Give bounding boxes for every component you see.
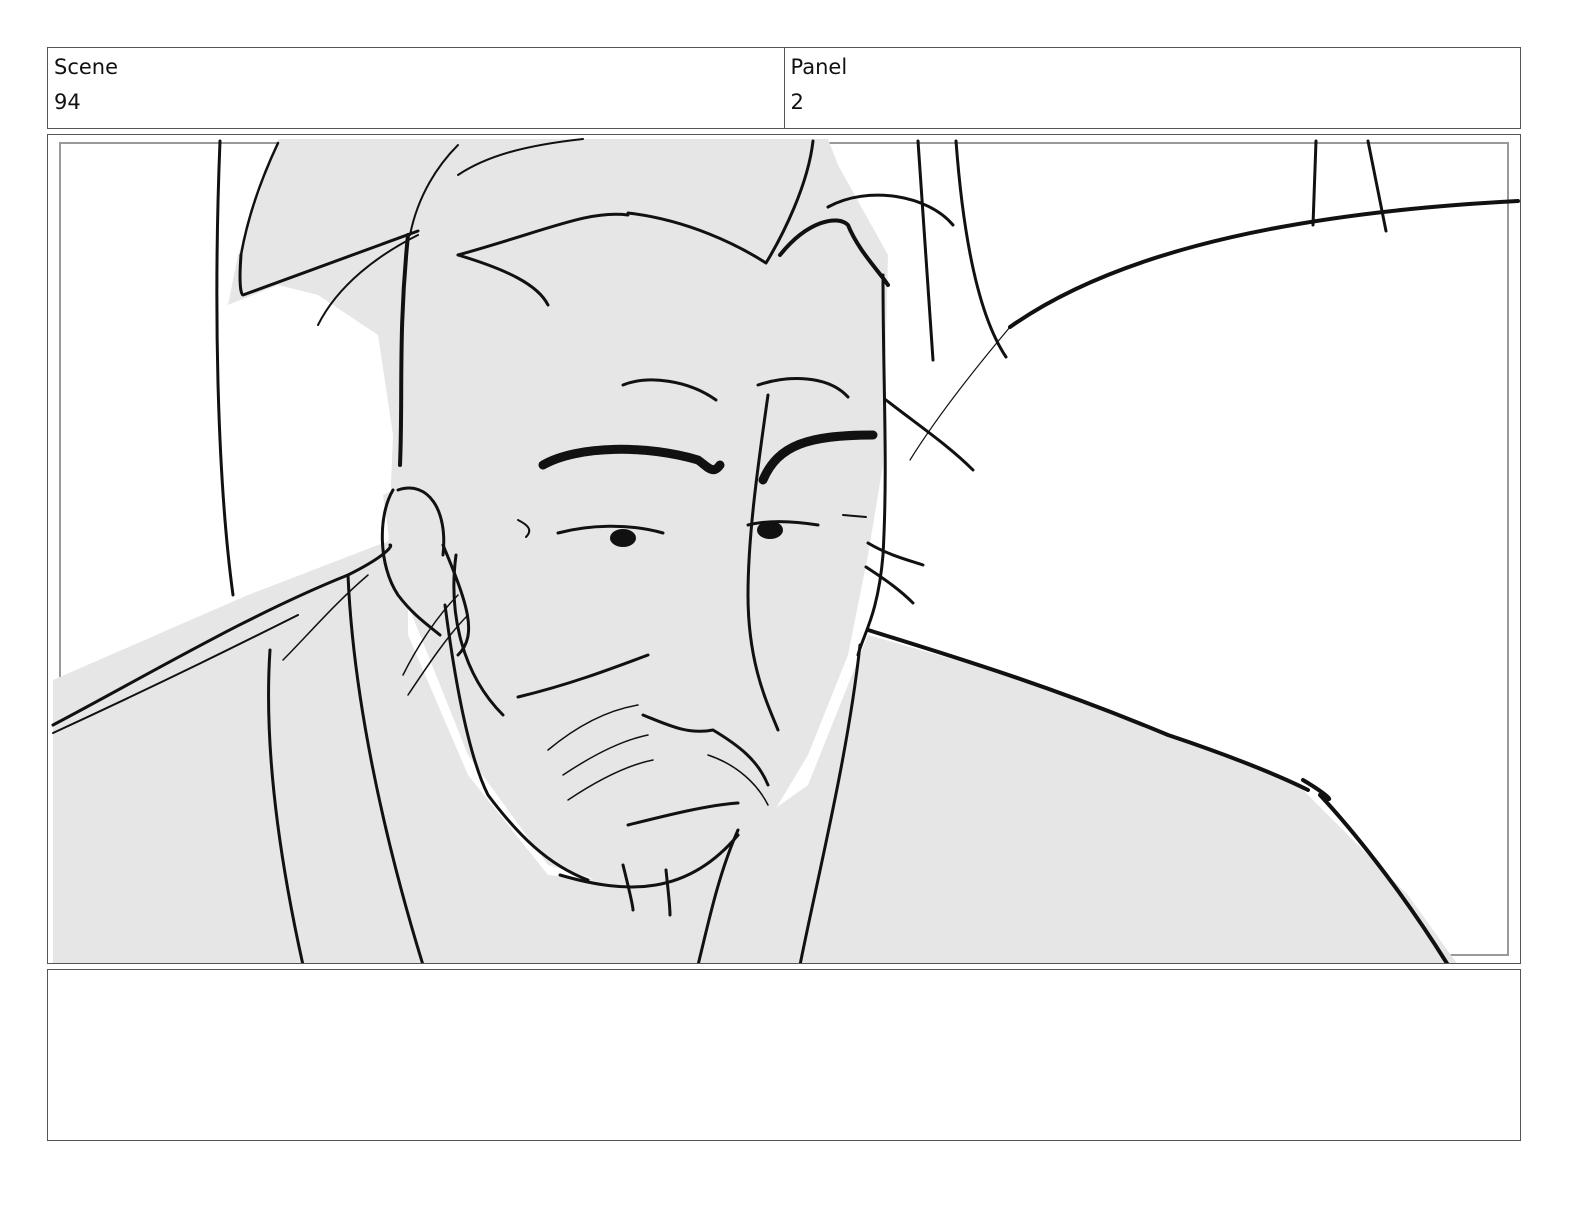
- panel-header: Scene 94 Panel 2: [47, 47, 1521, 129]
- scene-number: 94: [54, 90, 81, 114]
- pillar-line-left: [215, 139, 235, 597]
- panel-cell: Panel 2: [783, 48, 1521, 128]
- background-arc: [1008, 199, 1520, 329]
- storyboard-sketch: [51, 138, 1520, 963]
- storyboard-frame: [47, 134, 1521, 964]
- panel-label: Panel: [790, 55, 848, 79]
- left-eye: [610, 529, 636, 547]
- sketch-fills: [53, 139, 1457, 963]
- notes-area[interactable]: [47, 969, 1521, 1141]
- scene-cell: Scene 94: [48, 48, 784, 128]
- scene-label: Scene: [54, 55, 119, 79]
- right-eye: [757, 521, 783, 539]
- panel-number: 2: [790, 90, 804, 114]
